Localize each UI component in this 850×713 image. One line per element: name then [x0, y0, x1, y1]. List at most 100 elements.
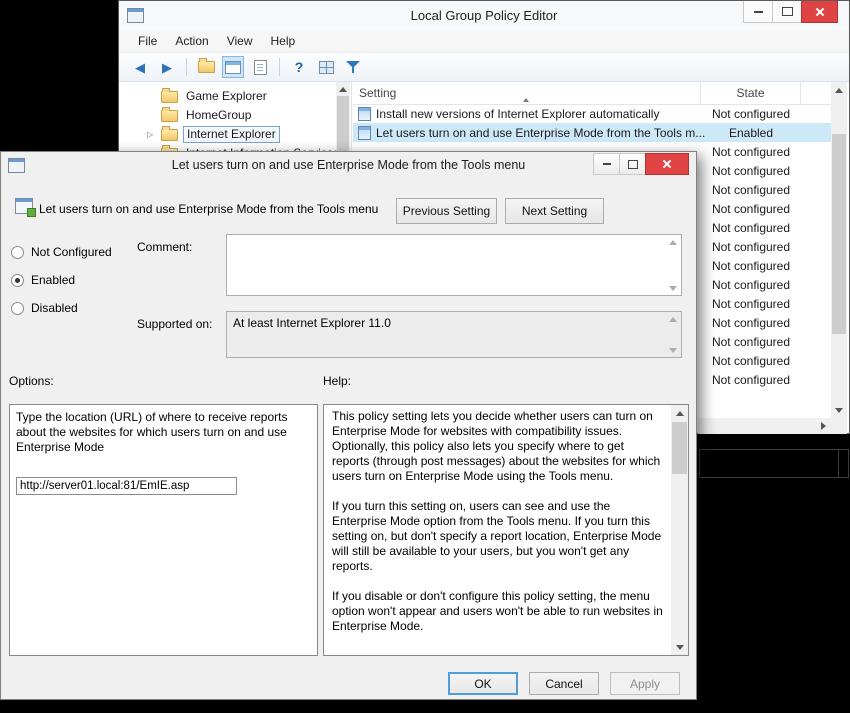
- minimize-icon: [603, 163, 611, 165]
- dialog-title: Let users turn on and use Enterprise Mod…: [1, 152, 696, 179]
- tree-item-homegroup[interactable]: HomeGroup: [120, 106, 336, 125]
- maximize-button[interactable]: [772, 1, 802, 23]
- desktop: Local Group Policy Editor File Action Vi…: [0, 0, 850, 713]
- policy-state: Not configured: [701, 278, 801, 292]
- menu-help[interactable]: Help: [262, 31, 305, 51]
- comment-scrollbar[interactable]: [665, 235, 681, 295]
- console-tree-icon: [225, 61, 241, 74]
- policy-setting-icon: [358, 107, 371, 121]
- column-header-state[interactable]: State: [701, 82, 801, 104]
- policy-row[interactable]: Install new versions of Internet Explore…: [353, 104, 831, 123]
- radio-row-disabled[interactable]: Disabled: [11, 300, 78, 316]
- policy-state: Not configured: [701, 202, 801, 216]
- folder-icon: [161, 129, 178, 141]
- close-button[interactable]: [801, 1, 838, 23]
- radio-disabled[interactable]: [11, 302, 24, 315]
- filter-button[interactable]: [342, 56, 364, 78]
- scroll-down-icon[interactable]: [665, 281, 681, 295]
- comment-label: Comment:: [137, 240, 192, 254]
- window-title: Local Group Policy Editor: [119, 1, 849, 30]
- scroll-up-icon[interactable]: [671, 405, 688, 421]
- help-paragraph: If you disable or don't configure this p…: [332, 589, 663, 634]
- cancel-button[interactable]: Cancel: [529, 672, 599, 695]
- policy-header-text: Let users turn on and use Enterprise Mod…: [39, 202, 378, 216]
- export-list-button[interactable]: [249, 56, 271, 78]
- list-horizontal-scrollbar[interactable]: [698, 418, 831, 434]
- policy-state: Not configured: [701, 373, 801, 387]
- report-url-input[interactable]: [16, 477, 237, 495]
- tree-item-internet-explorer[interactable]: ▷ Internet Explorer: [120, 125, 336, 144]
- radio-label[interactable]: Enabled: [31, 273, 75, 287]
- scroll-up-icon[interactable]: [831, 82, 847, 98]
- scroll-down-icon[interactable]: [671, 639, 688, 655]
- forward-button[interactable]: ▶: [156, 56, 178, 78]
- list-vertical-scrollbar[interactable]: [831, 82, 847, 418]
- tree-item-label: HomeGroup: [183, 108, 254, 123]
- scrollbar-thumb[interactable]: [832, 134, 846, 334]
- scrollbar-corner: [831, 418, 847, 434]
- policy-state: Not configured: [701, 354, 801, 368]
- scroll-down-icon: [665, 343, 681, 357]
- dialog-titlebar[interactable]: Let users turn on and use Enterprise Mod…: [1, 152, 696, 179]
- ok-button[interactable]: OK: [448, 672, 518, 695]
- maximize-icon: [782, 7, 793, 16]
- tree-item-game-explorer[interactable]: Game Explorer: [120, 87, 336, 106]
- previous-setting-button[interactable]: Previous Setting: [396, 198, 497, 224]
- list-header: Setting State: [353, 82, 831, 105]
- minimize-button[interactable]: [743, 1, 773, 23]
- up-one-level-button[interactable]: [195, 56, 217, 78]
- scrollbar-thumb[interactable]: [672, 422, 687, 474]
- comment-box[interactable]: [226, 234, 682, 296]
- minimize-icon: [754, 11, 763, 13]
- desktop-remnant-band: [699, 449, 849, 478]
- help-button[interactable]: ?: [288, 56, 310, 78]
- filter-icon: [345, 60, 361, 74]
- scroll-right-icon[interactable]: [815, 418, 831, 434]
- tree-item-label: Internet Explorer: [183, 126, 280, 143]
- scroll-up-icon: [665, 312, 681, 326]
- help-scrollbar[interactable]: [671, 405, 688, 655]
- help-icon: ?: [295, 60, 304, 74]
- policy-state: Not configured: [701, 259, 801, 273]
- menu-file[interactable]: File: [129, 31, 166, 51]
- dialog-maximize-button[interactable]: [619, 153, 646, 175]
- help-text: This policy setting lets you decide whet…: [324, 405, 671, 655]
- help-paragraph: If you turn this setting on, users can s…: [332, 499, 663, 574]
- radio-row-not-configured[interactable]: Not Configured: [11, 244, 112, 260]
- policy-state: Not configured: [701, 335, 801, 349]
- options-label: Options:: [9, 374, 54, 388]
- menu-action[interactable]: Action: [166, 31, 217, 51]
- help-label: Help:: [323, 374, 351, 388]
- radio-label[interactable]: Not Configured: [31, 245, 112, 259]
- policy-state: Not configured: [701, 164, 801, 178]
- extended-view-button[interactable]: [315, 56, 337, 78]
- extended-view-icon: [319, 61, 334, 74]
- toolbar-separator: [186, 58, 187, 76]
- sort-ascending-icon: [523, 84, 529, 98]
- back-button[interactable]: ◀: [129, 56, 151, 78]
- back-icon: ◀: [135, 61, 145, 74]
- tree-item-label: Game Explorer: [183, 89, 270, 104]
- policy-setting-icon: [358, 126, 371, 140]
- folder-icon: [161, 110, 178, 122]
- policy-state: Not configured: [701, 107, 801, 121]
- dialog-close-button[interactable]: [645, 153, 689, 175]
- dialog-minimize-button[interactable]: [593, 153, 620, 175]
- radio-row-enabled[interactable]: Enabled: [11, 272, 75, 288]
- policy-state: Not configured: [701, 183, 801, 197]
- next-setting-button[interactable]: Next Setting: [505, 198, 604, 224]
- supported-on-label: Supported on:: [137, 317, 212, 331]
- export-list-icon: [254, 60, 267, 75]
- scroll-down-icon[interactable]: [831, 402, 847, 418]
- radio-enabled[interactable]: [11, 274, 24, 287]
- scroll-up-icon[interactable]: [665, 235, 681, 249]
- forward-icon: ▶: [162, 61, 172, 74]
- window-titlebar[interactable]: Local Group Policy Editor: [119, 1, 849, 30]
- policy-row[interactable]: Let users turn on and use Enterprise Mod…: [353, 123, 831, 142]
- expand-arrow-icon[interactable]: ▷: [147, 130, 161, 139]
- radio-not-configured[interactable]: [11, 246, 24, 259]
- scroll-up-icon[interactable]: [336, 82, 350, 96]
- radio-label[interactable]: Disabled: [31, 301, 78, 315]
- show-console-tree-button[interactable]: [222, 56, 244, 78]
- menu-view[interactable]: View: [218, 31, 262, 51]
